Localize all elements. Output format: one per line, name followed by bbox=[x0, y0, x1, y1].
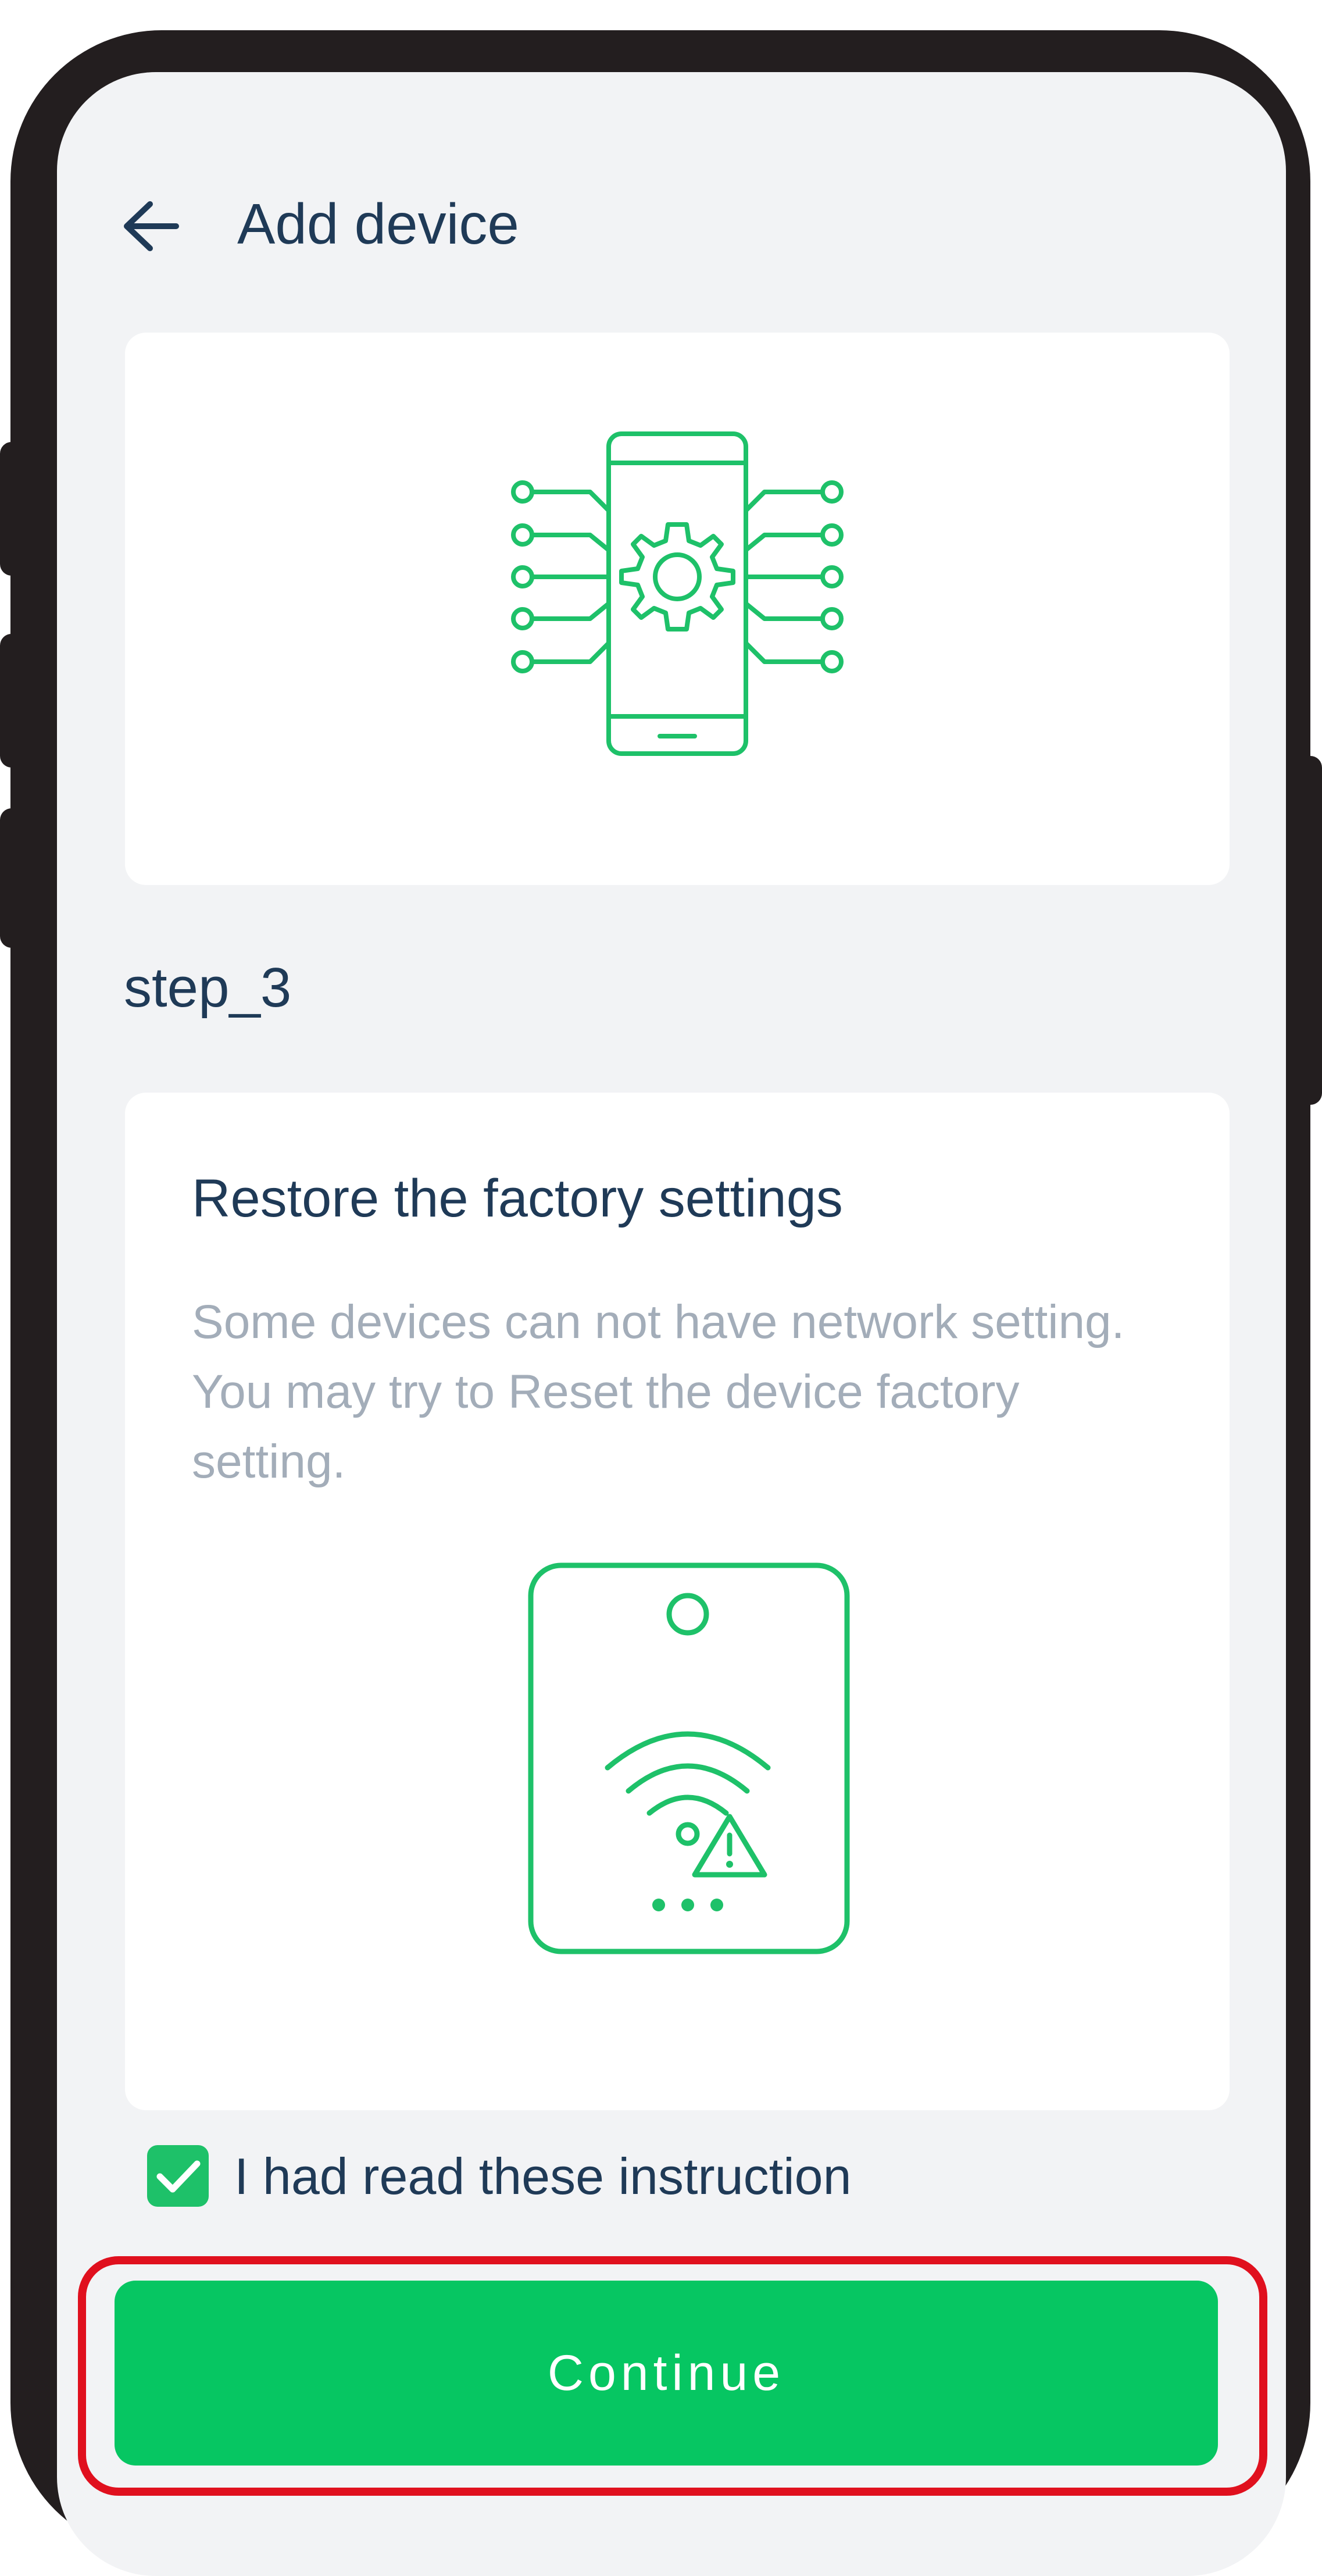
phone-frame: Add device step_3 Restore the factory se… bbox=[10, 30, 1310, 2576]
app-screen: Add device step_3 Restore the factory se… bbox=[57, 72, 1286, 2576]
continue-button[interactable]: Continue bbox=[115, 2281, 1218, 2466]
checkmark-icon bbox=[156, 2160, 201, 2193]
page-title: Add device bbox=[237, 192, 519, 256]
step-label: step_3 bbox=[124, 957, 292, 1019]
illustration-card bbox=[125, 333, 1230, 885]
phone-gear-circuit-icon bbox=[511, 431, 844, 756]
instruction-title: Restore the factory settings bbox=[192, 1169, 843, 1228]
arrow-left-icon bbox=[124, 201, 179, 251]
confirm-checkbox[interactable] bbox=[147, 2145, 209, 2207]
router-wifi-warning-icon bbox=[528, 1562, 850, 1954]
instruction-card: Restore the factory settings Some device… bbox=[125, 1093, 1230, 2110]
back-button[interactable] bbox=[118, 197, 182, 255]
instruction-description: Some devices can not have network settin… bbox=[192, 1296, 1125, 1488]
confirm-label: I had read these instruction bbox=[234, 2147, 852, 2205]
app-header: Add device bbox=[57, 180, 1286, 267]
